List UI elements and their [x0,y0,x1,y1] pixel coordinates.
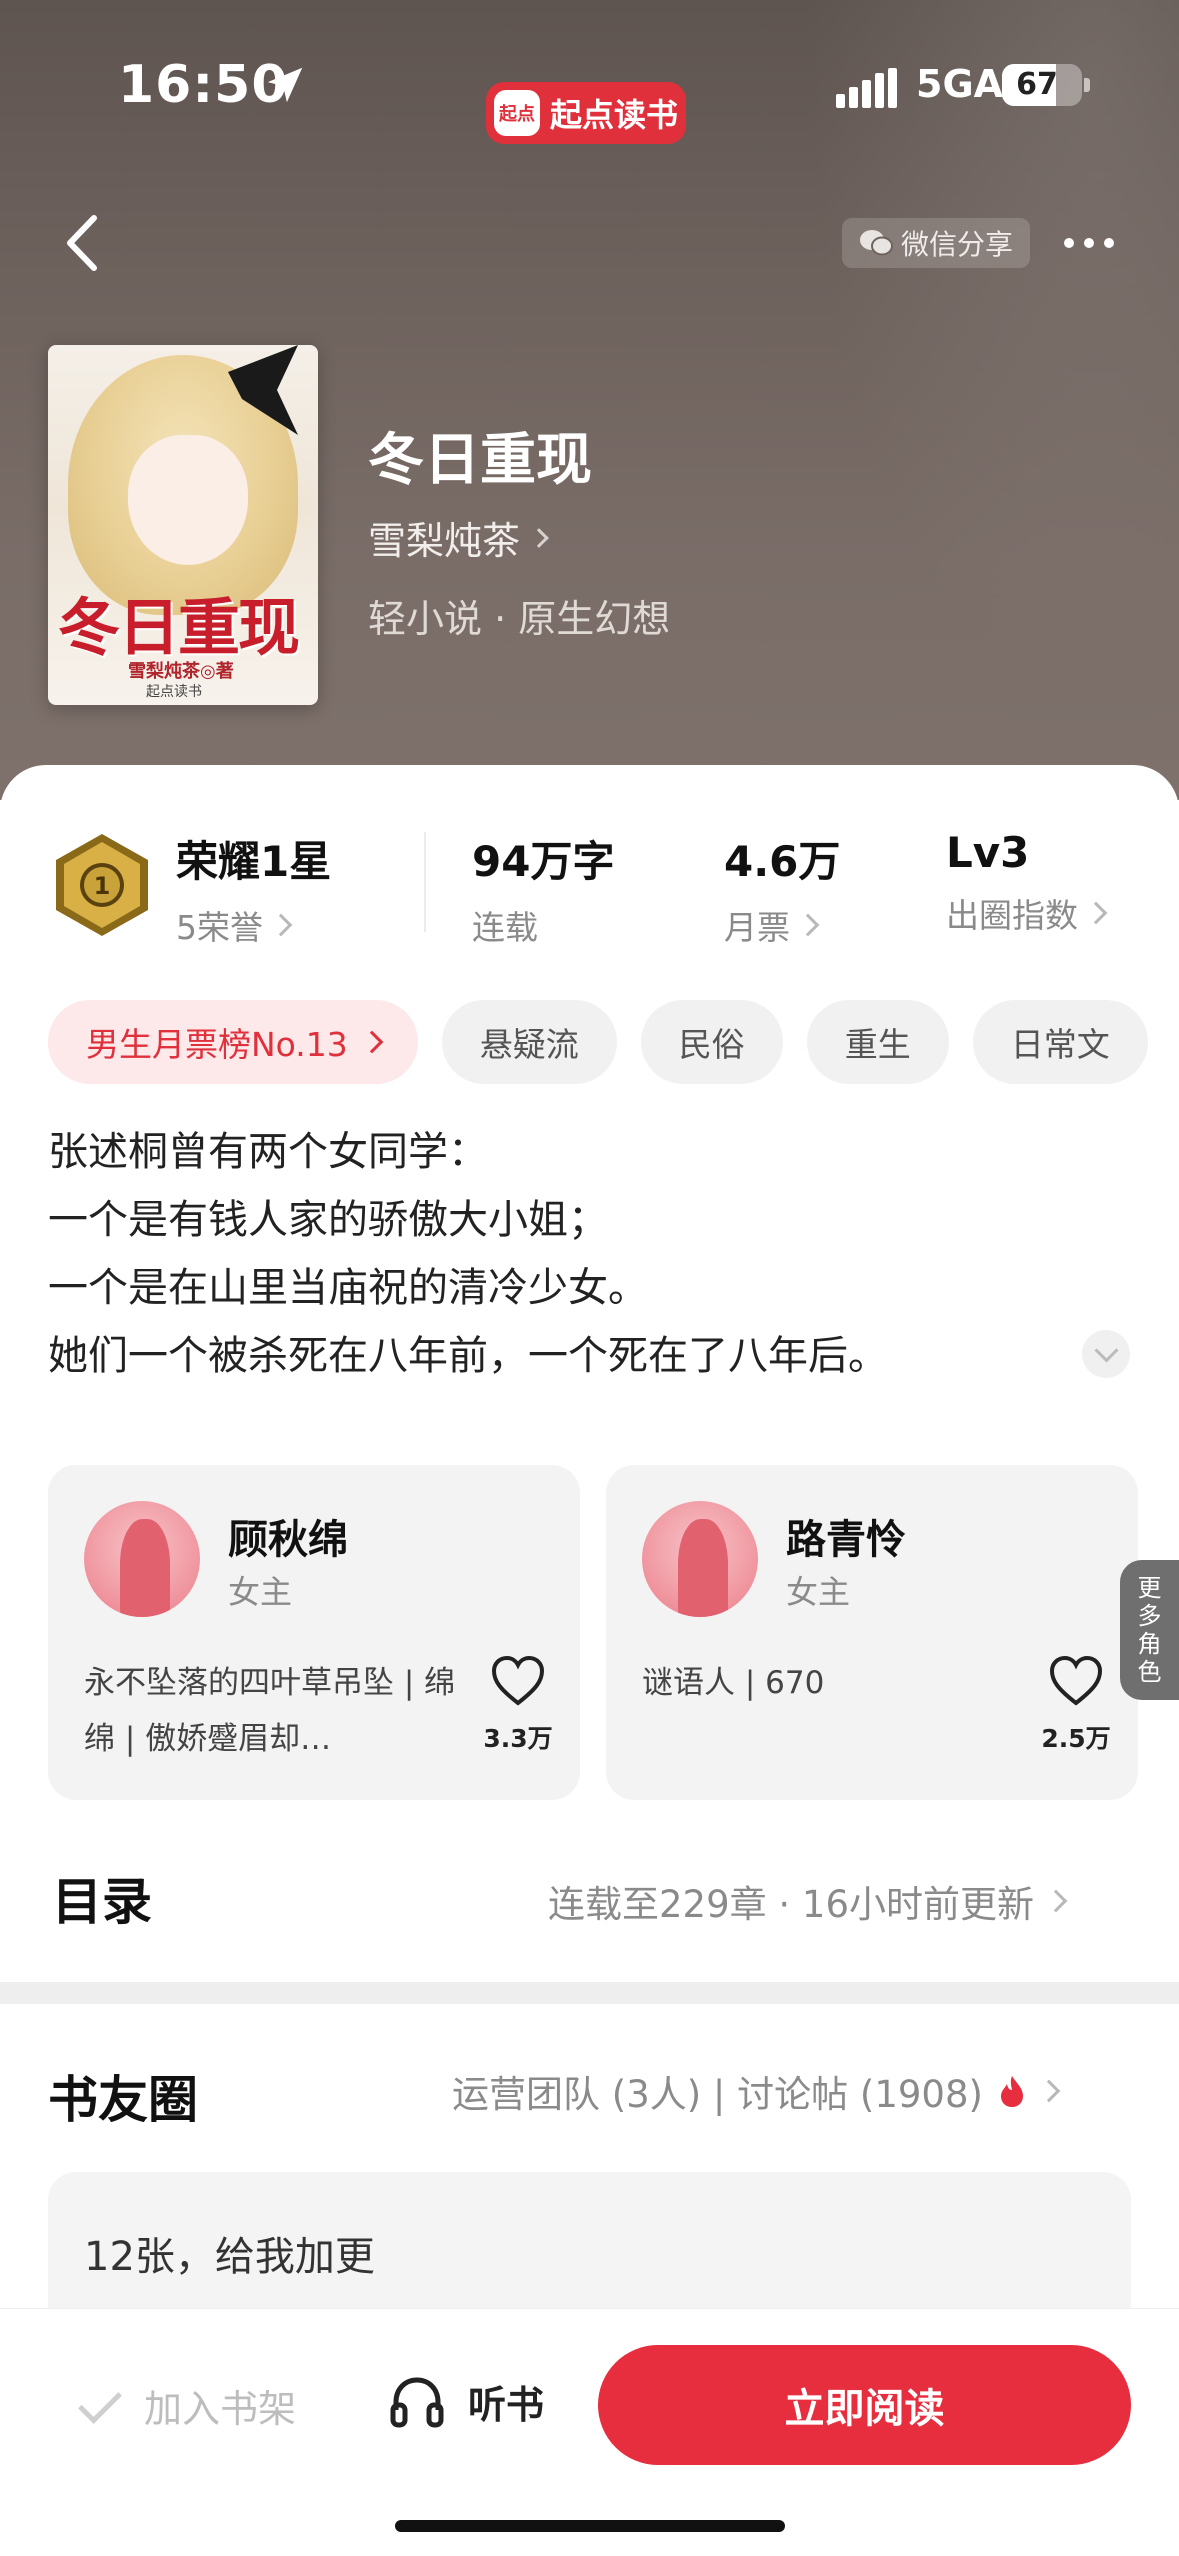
honor-medal-icon: 1 [56,834,148,936]
tag-item[interactable]: 悬疑流 [441,1000,617,1084]
words-label: 连载 [472,908,538,947]
back-arrow-icon[interactable] [58,210,108,276]
share-label: 微信分享 [900,228,1013,261]
cellular-signal-icon [836,68,897,108]
cover-title: 冬日重现 [58,591,300,664]
like-count: 2.5万 [1041,1724,1111,1753]
rank-tag-label: 男生月票榜No.13 [86,1025,348,1064]
cover-author: 雪梨炖茶◎著 [128,661,234,682]
more-options-icon[interactable] [1064,226,1124,260]
level-label: 出圈指数 [946,896,1078,935]
level-value: Lv3 [946,828,1030,877]
chevron-right-icon [269,913,293,937]
circle-title: 书友圈 [48,2071,198,2129]
tag-item[interactable]: 日常文 [972,1000,1148,1084]
tag-list: 男生月票榜No.13 悬疑流 民俗 重生 日常文 [48,1000,1179,1084]
book-cover[interactable]: 冬日重现 雪梨炖茶◎著 起点读书 [48,345,318,705]
character-card[interactable]: 路青怜 女主 谜语人 | 670 2.5万 [606,1465,1138,1800]
character-role: 女主 [786,1573,851,1611]
honor-value: 荣耀1星 [176,837,332,886]
chevron-right-icon [796,913,820,937]
book-author: 雪梨炖茶 [368,519,521,563]
wechat-share-button[interactable]: 微信分享 [842,218,1030,268]
synopsis-line: 张述桐曾有两个女同学： [48,1129,488,1175]
circle-meta: 运营团队 (3人) | 讨论帖 (1908) [452,2073,983,2116]
book-title: 冬日重现 [368,428,592,493]
chevron-right-icon [1037,2079,1061,2103]
listen-label: 听书 [468,2382,545,2427]
shelf-label: 加入书架 [144,2387,297,2431]
honor-label: 5荣誉 [176,908,263,947]
section-divider [0,1982,1179,2004]
svg-text:1: 1 [94,872,111,900]
expand-synopsis-icon[interactable] [1082,1330,1130,1378]
listen-button[interactable]: 听书 [388,2372,544,2430]
circle-link[interactable]: 运营团队 (3人) | 讨论帖 (1908) [452,2064,1061,2118]
stat-honor[interactable]: 荣耀1星 5荣誉 [176,828,331,949]
battery-percent: 67 [1016,67,1058,102]
character-description: 永不坠落的四叶草吊坠 | 绵绵 | 傲娇蹙眉却… [84,1665,456,1757]
chevron-right-icon [1044,1889,1068,1913]
more-characters-button[interactable]: 更多角色 [1120,1560,1179,1700]
synopsis[interactable]: 张述桐曾有两个女同学： 一个是有钱人家的骄傲大小姐； 一个是在山里当庙祝的清冷少… [48,1118,1088,1390]
cover-publisher: 起点读书 [146,684,202,700]
character-avatar [642,1501,758,1617]
synopsis-line: 一个是有钱人家的骄傲大小姐； [48,1197,608,1243]
catalog-link[interactable]: 连载至229章 · 16小时前更新 [548,1874,1068,1928]
app-name: 起点读书 [549,96,678,134]
network-type: 5GA [916,62,1004,106]
flame-icon [1000,2076,1023,2107]
read-now-button[interactable]: 立即阅读 [598,2345,1131,2465]
chevron-right-icon [529,527,549,548]
character-description: 谜语人 | 670 [642,1665,825,1701]
wechat-icon [859,230,893,256]
character-name: 顾秋绵 [228,1517,348,1563]
location-arrow-icon [267,67,303,103]
stat-votes[interactable]: 4.6万 月票 [724,828,840,949]
rank-tag[interactable]: 男生月票榜No.13 [48,1000,418,1084]
add-to-shelf-button[interactable]: 加入书架 [78,2378,297,2433]
chevron-right-icon [360,1030,384,1054]
heart-icon[interactable] [490,1655,546,1707]
tag-item[interactable]: 民俗 [640,1000,783,1084]
checkmark-icon [78,2379,122,2424]
votes-label: 月票 [724,908,790,947]
book-category: 轻小说 · 原生幻想 [368,597,671,641]
app-logo-icon: 起点 [493,90,540,136]
catalog-title: 目录 [52,1873,152,1931]
catalog-meta: 连载至229章 · 16小时前更新 [548,1883,1034,1926]
like-count: 3.3万 [483,1724,553,1753]
stat-words: 94万字 连载 [472,828,614,949]
app-badge[interactable]: 起点 起点读书 [486,82,686,144]
character-role: 女主 [228,1573,293,1611]
heart-icon[interactable] [1048,1655,1104,1707]
tag-item[interactable]: 重生 [806,1000,949,1084]
character-name: 路青怜 [786,1517,906,1563]
divider [424,832,426,932]
headphones-icon [390,2377,444,2428]
post-text: 12张，给我加更 [84,2234,375,2280]
character-card[interactable]: 顾秋绵 女主 永不坠落的四叶草吊坠 | 绵绵 | 傲娇蹙眉却… 3.3万 [48,1465,580,1800]
synopsis-line: 一个是在山里当庙祝的清冷少女。 [48,1265,648,1311]
home-indicator[interactable] [395,2520,785,2532]
words-value: 94万字 [472,837,615,886]
character-avatar [84,1501,200,1617]
battery-icon: 67 [1002,64,1090,106]
stat-level[interactable]: Lv3 出圈指数 [946,828,1108,937]
chevron-right-icon [1084,901,1108,925]
votes-value: 4.6万 [724,837,841,886]
book-author-link[interactable]: 雪梨炖茶 [368,510,549,565]
synopsis-line: 她们一个被杀死在八年前，一个死在了八年后。 [48,1333,888,1379]
